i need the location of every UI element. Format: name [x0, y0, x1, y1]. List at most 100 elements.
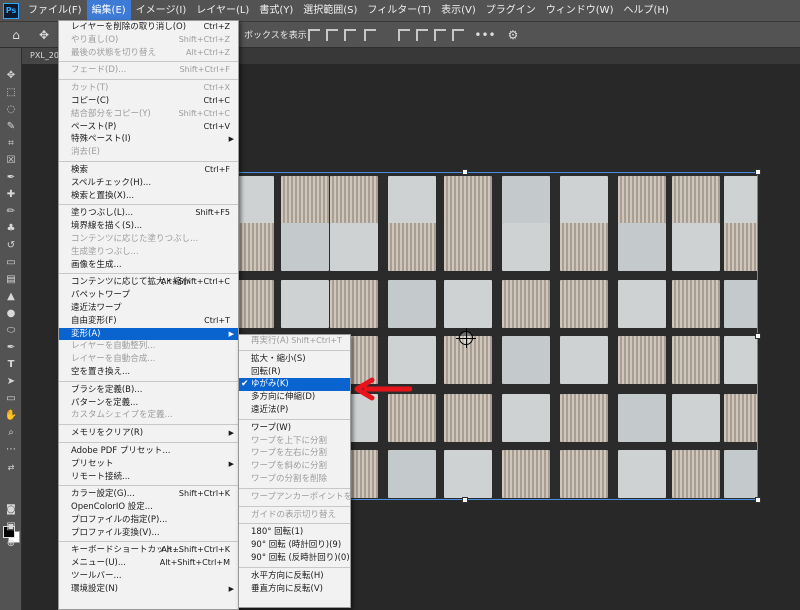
transform-handle-bottom-right[interactable] — [755, 497, 761, 503]
more-tools-icon[interactable]: ⋯ — [2, 442, 20, 456]
show-transform-box-label[interactable]: ボックスを表示 — [244, 28, 307, 41]
crop-tool-icon[interactable]: ⌗ — [2, 136, 20, 150]
menu-item[interactable]: 遠近法ワープ — [59, 302, 238, 315]
menu-item[interactable]: 境界線を描く(S)... — [59, 220, 238, 233]
menu-8[interactable]: プラグイン — [481, 0, 541, 22]
move-tool-icon[interactable]: ✥ — [36, 27, 52, 43]
menu-item[interactable]: ゆがみ(K) ✔ — [239, 378, 350, 392]
menu-item[interactable]: 回転(R) — [239, 366, 350, 379]
pen-tool-icon[interactable]: ✒ — [2, 340, 20, 354]
menu-item[interactable]: ブラシを定義(B)... — [59, 384, 238, 397]
menu-item[interactable]: プロファイルの指定(P)... — [59, 514, 238, 527]
smudge-tool-icon[interactable]: ⬭ — [2, 323, 20, 337]
history-brush-tool-icon[interactable]: ↺ — [2, 238, 20, 252]
menu-item[interactable]: コピー(C) Ctrl+C — [59, 95, 238, 108]
menu-item[interactable]: 特殊ペースト(I) ▶ — [59, 133, 238, 146]
distribute-top-icon[interactable] — [398, 29, 410, 41]
distribute-left-icon[interactable] — [452, 29, 464, 41]
menu-item[interactable]: 空を置き換え... — [59, 366, 238, 379]
align-left-icon[interactable] — [308, 29, 320, 41]
eyedropper-tool-icon[interactable]: ✒ — [2, 170, 20, 184]
menu-item[interactable]: 垂直方向に反転(V) — [239, 583, 350, 596]
transform-handle-bottom[interactable] — [462, 497, 468, 503]
menu-2[interactable]: イメージ(I) — [131, 0, 192, 22]
menu-item[interactable]: 90° 回転 (反時計回り)(0) — [239, 552, 350, 565]
menu-10[interactable]: ヘルプ(H) — [618, 0, 673, 22]
transform-handle-top[interactable] — [462, 169, 468, 175]
menu-item[interactable]: 塗りつぶし(L)... Shift+F5 — [59, 207, 238, 220]
transform-handle-top-right[interactable] — [755, 169, 761, 175]
menu-item[interactable]: 変形(A) ▶ — [59, 327, 238, 341]
path-selection-tool-icon[interactable]: ➤ — [2, 374, 20, 388]
menu-item[interactable]: レイヤーを削除の取り消し(O) Ctrl+Z — [59, 21, 238, 34]
clone-stamp-tool-icon[interactable]: ♣ — [2, 221, 20, 235]
reference-point-icon[interactable] — [456, 328, 476, 348]
menu-item[interactable]: パペットワープ — [59, 289, 238, 302]
menu-item[interactable]: 水平方向に反転(H) — [239, 570, 350, 583]
menu-item[interactable]: 拡大・縮小(S) — [239, 353, 350, 366]
marquee-tool-icon[interactable]: ⬚ — [2, 85, 20, 99]
menu-item[interactable]: ツールバー... — [59, 570, 238, 583]
gear-icon[interactable]: ⚙ — [506, 27, 520, 43]
zoom-tool-icon[interactable]: ⌕ — [2, 425, 20, 439]
more-options-icon[interactable]: ••• — [474, 27, 495, 43]
menu-item[interactable]: Adobe PDF プリセット... — [59, 445, 238, 458]
menu-item[interactable]: リモート接続... — [59, 471, 238, 484]
tile — [444, 450, 492, 498]
menu-item[interactable]: 多方向に伸縮(D) — [239, 391, 350, 404]
menu-item[interactable]: 検索と置換(X)... — [59, 190, 238, 203]
menu-1[interactable]: 編集(E) — [86, 0, 131, 22]
menu-item[interactable]: ペースト(P) Ctrl+V — [59, 121, 238, 134]
menu-9[interactable]: ウィンドウ(W) — [541, 0, 619, 22]
home-icon[interactable]: ⌂ — [8, 27, 24, 43]
align-center-icon[interactable] — [326, 29, 338, 41]
menu-item[interactable]: プロファイル変換(V)... — [59, 527, 238, 540]
distribute-vcenter-icon[interactable] — [416, 29, 428, 41]
menu-4[interactable]: 書式(Y) — [254, 0, 298, 22]
menu-5[interactable]: 選択範囲(S) — [298, 0, 362, 22]
menu-item[interactable]: カラー設定(G)... Shift+Ctrl+K — [59, 488, 238, 501]
menu-item[interactable]: 自由変形(F) Ctrl+T — [59, 315, 238, 328]
type-tool-icon[interactable]: T — [2, 357, 20, 371]
menu-item[interactable]: 検索 Ctrl+F — [59, 164, 238, 177]
transform-handle-right[interactable] — [755, 333, 761, 339]
menu-item[interactable]: 遠近法(P) — [239, 404, 350, 417]
move-tool-icon[interactable]: ✥ — [2, 68, 20, 82]
dodge-tool-icon[interactable]: ● — [2, 306, 20, 320]
default-colors-icon[interactable]: ⇄ — [2, 460, 20, 474]
menu-3[interactable]: レイヤー(L) — [191, 0, 254, 22]
menu-item[interactable]: 画像を生成... — [59, 259, 238, 272]
menu-item[interactable]: 90° 回転 (時計回り)(9) — [239, 539, 350, 552]
frame-tool-icon[interactable]: ☒ — [2, 153, 20, 167]
quick-mask-icon[interactable]: ◙ — [2, 502, 20, 516]
rectangle-tool-icon[interactable]: ▭ — [2, 391, 20, 405]
menu-item[interactable]: メモリをクリア(R) ▶ — [59, 427, 238, 440]
menu-7[interactable]: 表示(V) — [436, 0, 481, 22]
menu-item[interactable]: プリセット ▶ — [59, 458, 238, 471]
gradient-tool-icon[interactable]: ▤ — [2, 272, 20, 286]
align-right-icon[interactable] — [344, 29, 356, 41]
menu-item[interactable]: 180° 回転(1) — [239, 526, 350, 539]
menu-6[interactable]: フィルター(T) — [362, 0, 436, 22]
menu-item[interactable]: 環境設定(N) ▶ — [59, 583, 238, 596]
align-top-icon[interactable] — [364, 29, 376, 41]
lasso-tool-icon[interactable]: ◌ — [2, 102, 20, 116]
blur-tool-icon[interactable]: ▲ — [2, 289, 20, 303]
photoshop-logo-icon[interactable]: Ps — [3, 2, 19, 19]
hand-tool-icon[interactable]: ✋ — [2, 408, 20, 422]
screen-mode-icon[interactable]: ▣ — [2, 519, 20, 533]
menu-item[interactable]: OpenColorIO 設定... — [59, 501, 238, 514]
quick-select-tool-icon[interactable]: ✎ — [2, 119, 20, 133]
menu-item[interactable]: パターンを定義... — [59, 397, 238, 410]
menu-0[interactable]: ファイル(F) — [23, 0, 87, 22]
distribute-bottom-icon[interactable] — [434, 29, 446, 41]
healing-brush-tool-icon[interactable]: ✚ — [2, 187, 20, 201]
eraser-tool-icon[interactable]: ▭ — [2, 255, 20, 269]
menu-item[interactable]: ワープ(W) — [239, 422, 350, 435]
menu-item[interactable]: コンテンツに応じて拡大・縮小 Alt+Shift+Ctrl+C — [59, 276, 238, 289]
brush-tool-icon[interactable]: ✏ — [2, 204, 20, 218]
menu-item[interactable]: スペルチェック(H)... — [59, 177, 238, 190]
generate-image-icon[interactable]: ⊕ — [2, 536, 20, 550]
menu-item[interactable]: キーボードショートカット... Alt+Shift+Ctrl+K — [59, 544, 238, 557]
menu-item[interactable]: メニュー(U)... Alt+Shift+Ctrl+M — [59, 557, 238, 570]
